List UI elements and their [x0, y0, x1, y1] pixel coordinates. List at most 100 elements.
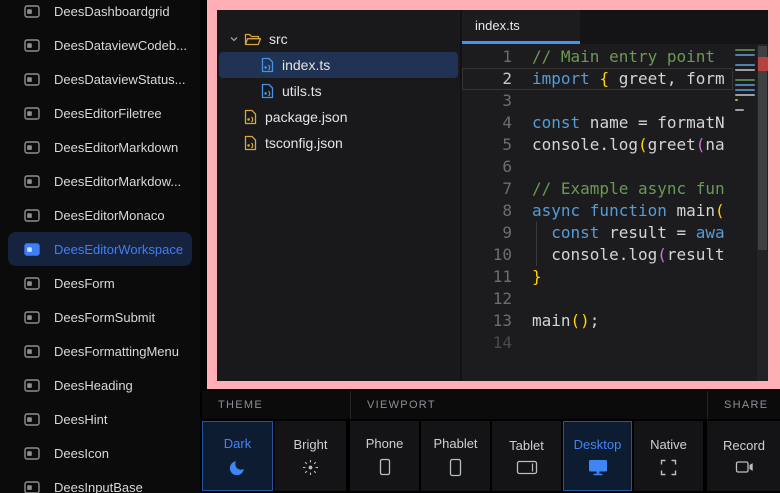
- file-tree-panel: srcindex.ts utils.ts package.json tsconfig.…: [217, 10, 460, 381]
- filetree-item-src[interactable]: src: [219, 26, 458, 52]
- code-line: 13main();: [462, 310, 733, 332]
- code-token: const: [551, 223, 599, 242]
- button-label: Phone: [366, 436, 404, 451]
- sidebar-item-deesdataviewcodeb[interactable]: DeesDataviewCodeb...: [8, 28, 192, 62]
- demo-frame: srcindex.ts utils.ts package.json tsconfig.…: [207, 0, 780, 389]
- sidebar-item-deesformattingmenu[interactable]: DeesFormattingMenu: [8, 334, 192, 368]
- phone-icon: [379, 458, 391, 476]
- toolbar-button-row: DarkBright: [202, 421, 350, 491]
- line-content: }: [512, 266, 542, 288]
- share-record-button[interactable]: Record: [707, 421, 780, 491]
- code-token: (: [638, 135, 648, 154]
- code-line: 2 import { greet, form: [462, 68, 733, 90]
- code-token: main: [677, 201, 716, 220]
- sidebar-item-deesinputbase[interactable]: DeesInputBase: [8, 470, 192, 493]
- code-token: result: [667, 245, 725, 264]
- scrollbar-thumb[interactable]: [758, 46, 767, 250]
- minimap-line: [735, 99, 738, 101]
- sidebar-item-deeseditorworkspace[interactable]: DeesEditorWorkspace: [8, 232, 192, 266]
- viewport-tablet-button[interactable]: Tablet: [492, 421, 561, 491]
- sidebar-item-deesformsubmit[interactable]: DeesFormSubmit: [8, 300, 192, 334]
- native-icon: [660, 459, 677, 476]
- filetree-item-package-json[interactable]: package.json: [219, 104, 458, 130]
- line-content: // Main entry point: [512, 46, 715, 68]
- editor-workspace-demo: srcindex.ts utils.ts package.json tsconfig.…: [217, 10, 768, 381]
- button-label: Desktop: [574, 437, 622, 452]
- minimap-line: [735, 64, 755, 66]
- code-token: [532, 223, 551, 242]
- button-label: Phablet: [433, 436, 477, 451]
- line-number: 8: [462, 200, 512, 222]
- code-line: 8async function main(: [462, 200, 733, 222]
- code-editor-pane: index.ts 1// Main entry point2import { g…: [460, 10, 768, 381]
- sidebar-item-deesdataviewstatus[interactable]: DeesDataviewStatus...: [8, 62, 192, 96]
- filetree-item-label: utils.ts: [282, 83, 322, 99]
- viewport-phablet-button[interactable]: Phablet: [421, 421, 490, 491]
- line-content: console.log(greet(na: [512, 134, 725, 156]
- window-icon: [24, 345, 40, 358]
- line-number: 11: [462, 266, 512, 288]
- sidebar-item-deeseditormarkdown[interactable]: DeesEditorMarkdown: [8, 130, 192, 164]
- sidebar-item-deeseditormarkdow[interactable]: DeesEditorMarkdow...: [8, 164, 192, 198]
- minimap-line: [735, 59, 757, 61]
- sidebar-item-label: DeesHint: [54, 412, 107, 427]
- line-number: 14: [462, 332, 512, 354]
- sidebar-item-deesdashboardgrid[interactable]: DeesDashboardgrid: [8, 0, 192, 28]
- code-token: console.log: [532, 135, 638, 154]
- toolbar-section-header: VIEWPORT: [350, 391, 707, 419]
- code-line: 11}: [462, 266, 733, 288]
- line-content: [512, 288, 532, 310]
- filetree-item-index-ts[interactable]: index.ts: [219, 52, 458, 78]
- editor-tab[interactable]: index.ts: [462, 10, 580, 44]
- sidebar-item-label: DeesEditorWorkspace: [54, 242, 183, 257]
- line-content: // Example async fun: [512, 178, 725, 200]
- sidebar-item-deesicon[interactable]: DeesIcon: [8, 436, 192, 470]
- theme-dark-button[interactable]: Dark: [202, 421, 273, 491]
- window-icon: [24, 481, 40, 493]
- file-ts-icon: [261, 57, 274, 73]
- window-icon: [24, 175, 40, 188]
- line-number: 6: [462, 156, 512, 178]
- minimap-line: [735, 84, 755, 86]
- line-content: [512, 332, 532, 354]
- sidebar-item-label: DeesDashboardgrid: [54, 4, 170, 19]
- filetree-item-utils-ts[interactable]: utils.ts: [219, 78, 458, 104]
- code-line: 10 console.log(result: [462, 244, 733, 266]
- theme-bright-button[interactable]: Bright: [275, 421, 346, 491]
- line-content: const result = awa: [512, 222, 725, 244]
- sidebar-item-deesheading[interactable]: DeesHeading: [8, 368, 192, 402]
- code-token: main: [532, 311, 571, 330]
- line-number: 13: [462, 310, 512, 332]
- viewport-phone-button[interactable]: Phone: [350, 421, 419, 491]
- code-token: ;: [590, 311, 600, 330]
- code-token: greet, form: [609, 69, 725, 88]
- code-token: // Example async fun: [532, 179, 725, 198]
- code-token: {: [599, 69, 609, 88]
- code-token: import: [532, 69, 599, 88]
- sidebar-item-deeseditorfiletree[interactable]: DeesEditorFiletree: [8, 96, 192, 130]
- line-number: 12: [462, 288, 512, 310]
- code-line: 9 const result = awa: [462, 222, 733, 244]
- minimap-line: [735, 49, 755, 51]
- code-token: (: [657, 245, 667, 264]
- sidebar-item-label: DeesForm: [54, 276, 115, 291]
- main-area: srcindex.ts utils.ts package.json tsconfig.…: [200, 0, 780, 493]
- sidebar-item-deeshint[interactable]: DeesHint: [8, 402, 192, 436]
- toolbar-section-header: THEME: [202, 391, 350, 419]
- sidebar-item-deeseditormonaco[interactable]: DeesEditorMonaco: [8, 198, 192, 232]
- minimap-line: [735, 104, 757, 106]
- code-token: (: [696, 135, 706, 154]
- toolbar-section-viewport: VIEWPORT Phone Phablet Tablet Desktop Native: [350, 391, 707, 493]
- viewport-native-button[interactable]: Native: [634, 421, 703, 491]
- line-number: 3: [462, 90, 512, 112]
- viewport-desktop-button[interactable]: Desktop: [563, 421, 632, 491]
- filetree-item-tsconfig-json[interactable]: tsconfig.json: [219, 130, 458, 156]
- code-area[interactable]: 1// Main entry point2import { greet, for…: [462, 44, 733, 381]
- window-icon: [24, 39, 40, 52]
- overview-scrollbar[interactable]: [757, 44, 768, 381]
- filetree-item-label: package.json: [265, 109, 348, 125]
- line-number: 2: [462, 68, 512, 90]
- minimap[interactable]: [733, 44, 757, 381]
- sidebar-item-deesform[interactable]: DeesForm: [8, 266, 192, 300]
- record-icon: [735, 460, 754, 474]
